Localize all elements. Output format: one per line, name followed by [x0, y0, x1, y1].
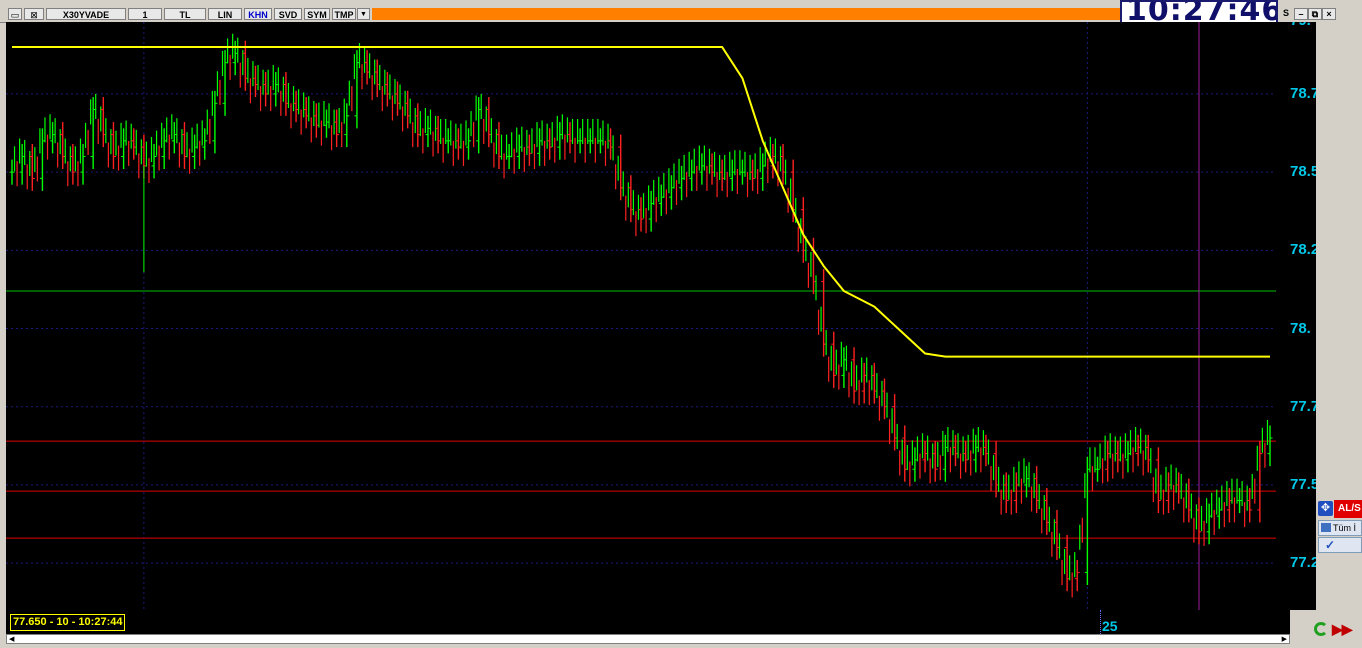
restore-button[interactable]: ⧉	[1308, 8, 1322, 20]
price-axis-label: 77.75	[1290, 397, 1316, 415]
cursor-readout: 77.650 - 10 - 10:27:44	[10, 614, 126, 631]
all-orders-label: Tüm İ	[1333, 523, 1357, 533]
horizontal-scrollbar[interactable]: ◀ ▶	[6, 634, 1290, 644]
price-chart[interactable]	[6, 22, 1290, 610]
price-axis-label: 78.25	[1290, 241, 1316, 259]
price-chart-svg	[6, 22, 1276, 610]
khn-button[interactable]: KHN	[244, 8, 272, 20]
order-panel: ✥ AL/S Tüm İ ✓	[1316, 500, 1362, 556]
symbol-selector[interactable]: X30YVADE	[46, 8, 126, 20]
toolbar-highlight-strip	[372, 8, 1122, 20]
period-selector[interactable]: 1	[128, 8, 162, 20]
price-axis-label: 78.75	[1290, 84, 1316, 102]
lin-button[interactable]: LIN	[208, 8, 242, 20]
status-bar: 77.650 - 10 - 10:27:44 25	[6, 610, 1290, 634]
date-label: 25	[1102, 618, 1118, 634]
price-axis: 78.75 78.5 78.25 78. 77.75 77.5 77.25 79.	[1290, 22, 1316, 610]
price-axis-label: 78.5	[1290, 163, 1316, 181]
dropdown-arrow-icon[interactable]: ▼	[357, 8, 370, 20]
more-icon[interactable]: ▶▶	[1332, 622, 1358, 636]
confirm-button[interactable]: ✓	[1318, 537, 1362, 553]
price-axis-label: 78.	[1290, 319, 1311, 337]
tools-icon[interactable]: ⊠	[24, 8, 44, 20]
price-axis-label: 77.25	[1290, 554, 1316, 572]
close-button[interactable]: ×	[1322, 8, 1336, 20]
list-icon	[1321, 523, 1331, 532]
all-orders-button[interactable]: Tüm İ	[1318, 520, 1362, 536]
sym-button[interactable]: SYM	[304, 8, 330, 20]
move-icon[interactable]: ✥	[1318, 501, 1333, 516]
minimize-button[interactable]: –	[1294, 8, 1308, 20]
partial-label: S	[1282, 8, 1289, 18]
refresh-icon[interactable]	[1314, 622, 1328, 636]
price-axis-label: 77.5	[1290, 475, 1316, 493]
buy-sell-button[interactable]: AL/S	[1334, 500, 1362, 518]
price-axis-label-top: 79.	[1290, 22, 1311, 29]
svd-button[interactable]: SVD	[274, 8, 302, 20]
tmp-button[interactable]: TMP	[332, 8, 356, 20]
scroll-left-icon[interactable]: ◀	[9, 636, 14, 643]
tl-button[interactable]: TL	[164, 8, 206, 20]
menu-icon[interactable]: ▭	[8, 8, 22, 20]
scroll-right-icon[interactable]: ▶	[1282, 636, 1287, 643]
